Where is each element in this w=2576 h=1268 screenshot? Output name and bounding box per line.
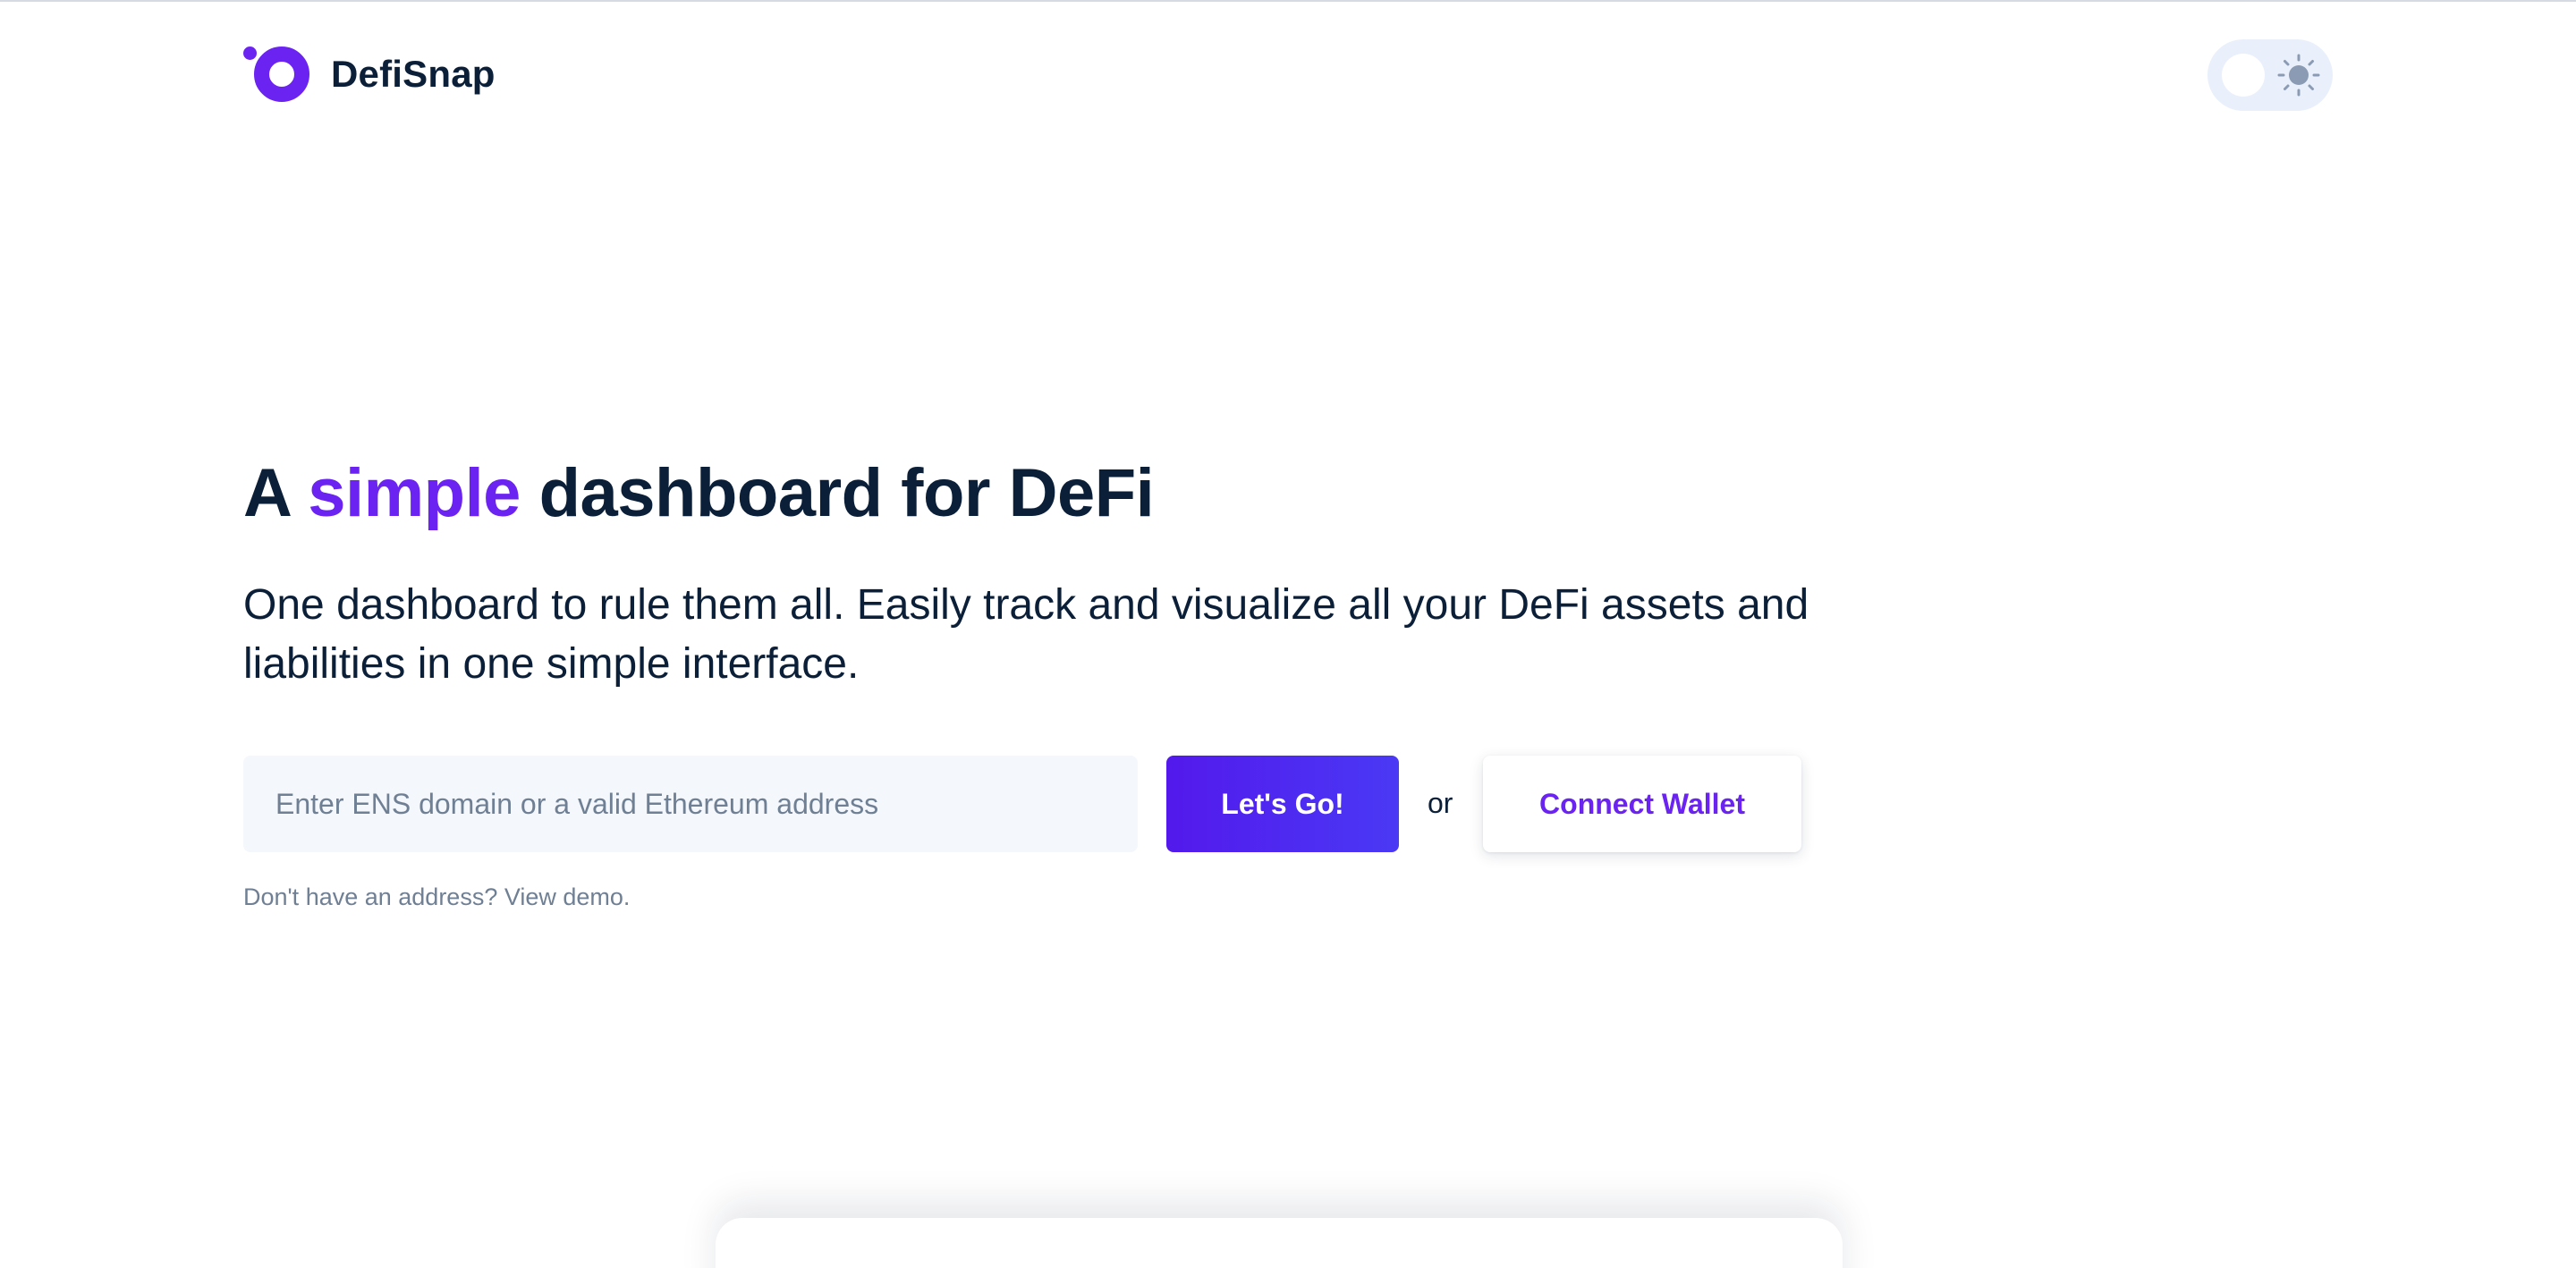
toggle-knob (2222, 54, 2265, 97)
hero-title-suffix: dashboard for DeFi (520, 455, 1155, 531)
address-input[interactable] (243, 756, 1138, 852)
logo-ring (254, 46, 309, 102)
or-separator: or (1428, 787, 1453, 819)
demo-hint-text: Don't have an address? (243, 883, 504, 910)
hero-subtitle: One dashboard to rule them all. Easily t… (243, 581, 1809, 688)
demo-hint: Don't have an address? View demo. (243, 883, 630, 911)
brand-name[interactable]: DefiSnap (331, 53, 496, 96)
view-demo-link[interactable]: View demo. (504, 883, 631, 910)
defisnap-logo[interactable] (243, 45, 313, 104)
hero-title-accent: simple (308, 455, 521, 531)
sun-icon (2275, 52, 2322, 98)
header: DefiSnap (243, 45, 496, 104)
hero-title-prefix: A (243, 455, 309, 531)
lets-go-button[interactable]: Let's Go! (1166, 756, 1399, 852)
hero-title: A simple dashboard for DeFi (243, 449, 1155, 538)
content-card-edge (716, 1218, 1843, 1268)
connect-wallet-button[interactable]: Connect Wallet (1483, 756, 1801, 852)
logo-dot (243, 46, 257, 60)
landing-page: DefiSnap A simple dashboard for DeFi One (0, 0, 2576, 1268)
theme-toggle[interactable] (2207, 39, 2333, 111)
